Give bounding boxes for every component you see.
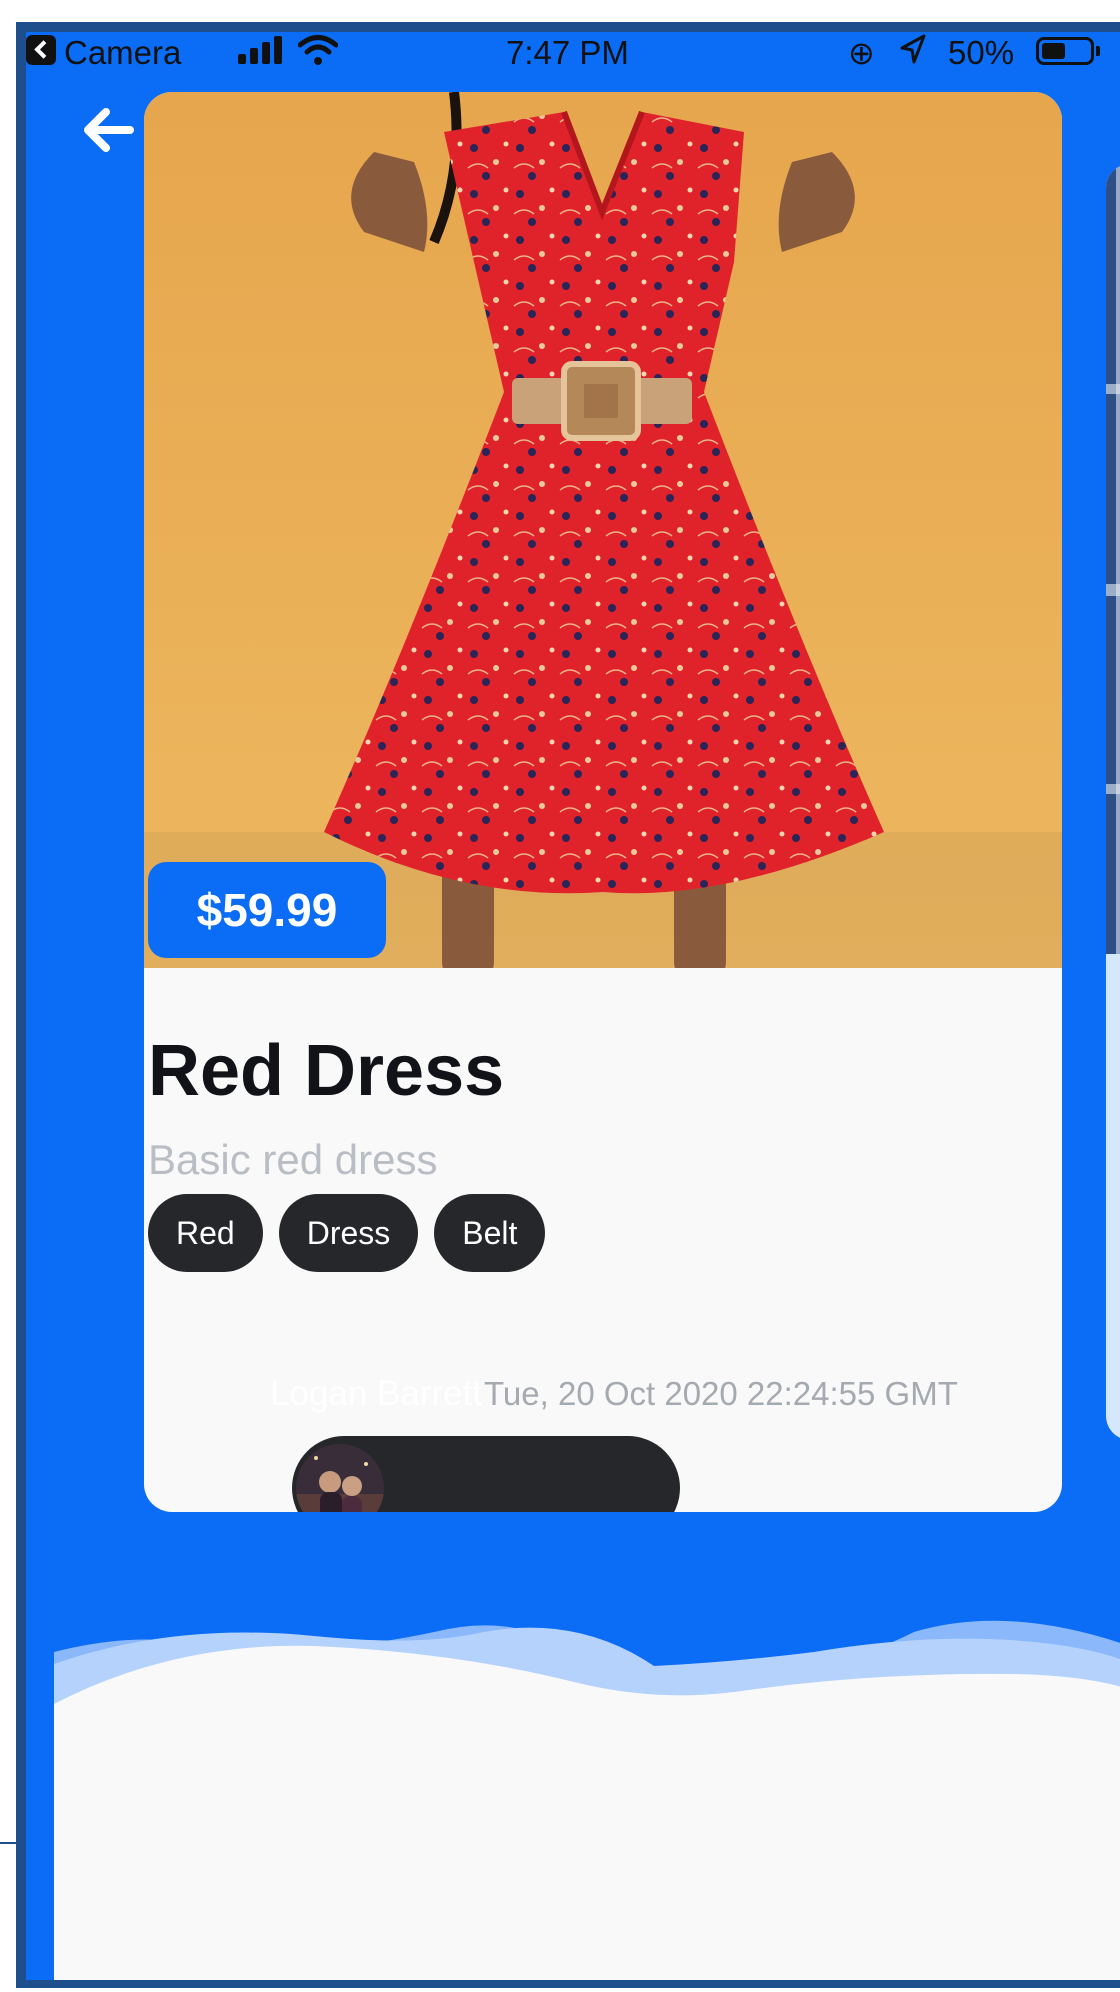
- clock: 7:47 PM: [506, 34, 629, 71]
- wave-background: [54, 1620, 1120, 1980]
- return-to-app-icon[interactable]: [26, 35, 56, 65]
- author-name: Logan Barrett: [270, 1374, 483, 1413]
- author-chip[interactable]: [292, 1436, 680, 1512]
- next-product-card[interactable]: [1106, 164, 1120, 1440]
- product-card[interactable]: [144, 92, 1062, 1512]
- wifi-icon: [298, 35, 338, 65]
- author-avatar: [296, 1444, 384, 1512]
- tag-chip[interactable]: Dress: [278, 1194, 419, 1272]
- battery-percent: 50%: [948, 34, 1015, 71]
- tag-chip[interactable]: Belt: [434, 1194, 546, 1272]
- orientation-lock-icon: ⊕: [848, 35, 875, 71]
- price-tag: $59.99: [148, 862, 386, 958]
- product-title: Red Dress: [148, 1031, 505, 1111]
- status-bar: Camera 7:47 PM ⊕ 50%: [18, 28, 1108, 74]
- post-timestamp: Tue, 20 Oct 2020 22:24:55 GMT: [484, 1375, 958, 1412]
- back-arrow-icon[interactable]: [80, 102, 136, 158]
- location-arrow-icon: [900, 34, 926, 64]
- next-product-image: [1106, 164, 1120, 954]
- product-subtitle: Basic red dress: [148, 1136, 438, 1183]
- product-image: [144, 92, 1062, 968]
- cellular-signal-icon: [238, 36, 284, 64]
- battery-icon: [1036, 37, 1094, 65]
- device-frame: [16, 22, 1120, 1988]
- tag-chip[interactable]: Red: [148, 1194, 263, 1272]
- carrier-label: Camera: [64, 34, 182, 71]
- tag-list: Red Dress Belt: [148, 1194, 546, 1272]
- battery-tip: [1096, 46, 1100, 56]
- frame-edge-mark: [0, 1842, 18, 1844]
